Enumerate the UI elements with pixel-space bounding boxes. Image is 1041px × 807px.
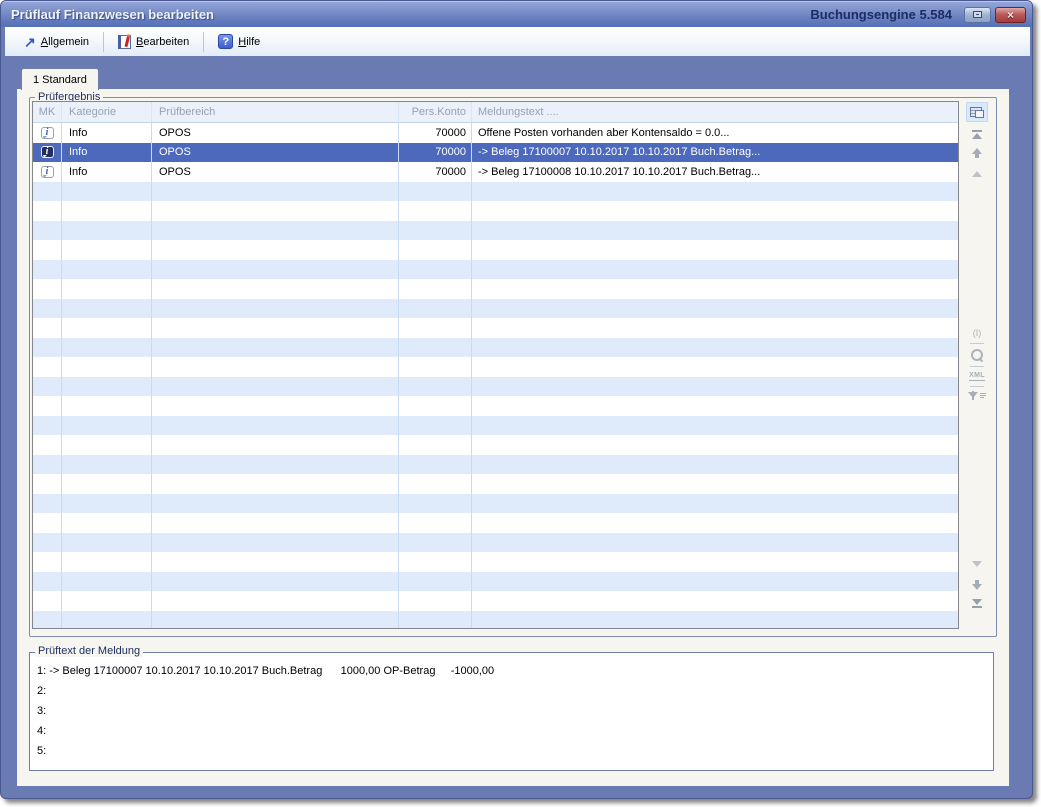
table-row-empty	[33, 611, 958, 630]
engine-version-label: Buchungsengine 5.584	[810, 7, 952, 22]
col-header-pruefbereich[interactable]: Prüfbereich	[152, 102, 399, 122]
scroll-up-icon[interactable]	[972, 171, 982, 177]
table-row-empty	[33, 572, 958, 592]
minimize-icon	[973, 11, 982, 18]
table-row-selected[interactable]: i Info OPOS 70000 -> Beleg 17100007 10.1…	[33, 143, 958, 163]
cell-pruefbereich: OPOS	[152, 162, 399, 182]
allgemein-label: Allgemein	[41, 36, 89, 48]
table-row-empty	[33, 357, 958, 377]
table-row-empty	[33, 299, 958, 319]
table-row-empty	[33, 260, 958, 280]
cell-meldungstext: -> Beleg 17100007 10.10.2017 10.10.2017 …	[472, 143, 958, 163]
close-icon: ×	[1007, 9, 1014, 21]
cell-kategorie: Info	[62, 162, 152, 182]
col-header-kategorie[interactable]: Kategorie	[62, 102, 152, 122]
table-row[interactable]: i Info OPOS 70000 -> Beleg 17100008 10.1…	[33, 162, 958, 182]
bearbeiten-button[interactable]: Bearbeiten	[109, 31, 198, 53]
notebook-pen-icon	[118, 35, 131, 49]
table-row-empty	[33, 377, 958, 397]
paren-i-icon[interactable]: (I)	[973, 329, 982, 338]
table-row-empty	[33, 435, 958, 455]
message-line: 4:	[37, 721, 977, 741]
columns-layout-icon[interactable]	[966, 102, 988, 122]
grid-nav-strip-top	[962, 102, 992, 177]
table-row-empty	[33, 201, 958, 221]
hilfe-label: Hilfe	[238, 36, 260, 48]
prueftext-group-label: Prüftext der Meldung	[35, 645, 143, 657]
close-button[interactable]: ×	[995, 7, 1026, 23]
table-row-empty	[33, 552, 958, 572]
table-row-empty	[33, 513, 958, 533]
info-bubble-icon: i	[41, 166, 54, 178]
filter-icon[interactable]	[968, 392, 986, 398]
result-table: MK Kategorie Prüfbereich Pers.Konto Meld…	[32, 101, 959, 629]
titlebar: Prüflauf Finanzwesen bearbeiten Buchungs…	[1, 1, 1032, 27]
table-row-empty	[33, 591, 958, 611]
hilfe-button[interactable]: ? Hilfe	[209, 30, 269, 53]
scroll-down-icon[interactable]	[972, 561, 982, 567]
table-row-empty	[33, 396, 958, 416]
message-line: 3:	[37, 701, 977, 721]
cell-meldungstext: -> Beleg 17100008 10.10.2017 10.10.2017 …	[472, 162, 958, 182]
table-row-empty	[33, 240, 958, 260]
cell-pruefbereich: OPOS	[152, 143, 399, 163]
cell-perskonto: 70000	[399, 123, 472, 143]
cell-perskonto: 70000	[399, 162, 472, 182]
grid-tool-strip: (I) XML	[962, 329, 992, 398]
table-row-empty	[33, 338, 958, 358]
arrow-up-right-icon: ↗	[24, 35, 36, 49]
table-header: MK Kategorie Prüfbereich Pers.Konto Meld…	[33, 102, 958, 123]
cell-kategorie: Info	[62, 123, 152, 143]
app-window: Prüflauf Finanzwesen bearbeiten Buchungs…	[0, 0, 1033, 799]
grid-nav-strip-bottom	[962, 561, 992, 609]
move-up-icon[interactable]	[972, 148, 982, 158]
table-row[interactable]: i Info OPOS 70000 Offene Posten vorhande…	[33, 123, 958, 143]
toolbar: ↗ Allgemein Bearbeiten ? Hilfe	[5, 27, 1030, 56]
xml-icon[interactable]: XML	[969, 372, 985, 381]
info-bubble-icon: i	[41, 127, 54, 139]
allgemein-button[interactable]: ↗ Allgemein	[15, 31, 98, 53]
bearbeiten-label: Bearbeiten	[136, 36, 189, 48]
message-line: 2:	[37, 681, 977, 701]
cell-kategorie: Info	[62, 143, 152, 163]
help-question-icon: ?	[218, 34, 233, 49]
go-last-icon[interactable]	[972, 599, 982, 609]
table-row-empty	[33, 221, 958, 241]
col-header-mk[interactable]: MK	[33, 102, 62, 122]
cell-pruefbereich: OPOS	[152, 123, 399, 143]
table-body: i Info OPOS 70000 Offene Posten vorhande…	[33, 123, 958, 629]
cell-perskonto: 70000	[399, 143, 472, 163]
toolbar-separator	[103, 32, 104, 52]
cell-meldungstext: Offene Posten vorhanden aber Kontensaldo…	[472, 123, 958, 143]
info-bubble-icon: i	[41, 146, 54, 158]
col-header-meldungstext[interactable]: Meldungstext ....	[472, 102, 958, 122]
window-title: Prüflauf Finanzwesen bearbeiten	[11, 7, 214, 22]
tab-standard-label: 1 Standard	[33, 74, 87, 86]
message-line: 5:	[37, 741, 977, 761]
table-row-empty	[33, 494, 958, 514]
go-first-icon[interactable]	[972, 129, 982, 139]
table-row-empty	[33, 318, 958, 338]
col-header-perskonto[interactable]: Pers.Konto	[399, 102, 472, 122]
move-down-icon[interactable]	[972, 580, 982, 590]
table-row-empty	[33, 455, 958, 475]
table-row-empty	[33, 533, 958, 553]
table-row-empty	[33, 279, 958, 299]
table-row-empty	[33, 474, 958, 494]
message-text-area: 1: -> Beleg 17100007 10.10.2017 10.10.20…	[37, 661, 977, 761]
tab-standard[interactable]: 1 Standard	[21, 68, 99, 90]
magnifier-icon[interactable]	[971, 349, 983, 361]
table-row-empty	[33, 416, 958, 436]
table-row-empty	[33, 182, 958, 202]
toolbar-separator	[203, 32, 204, 52]
minimize-button[interactable]	[964, 7, 991, 23]
message-line: 1: -> Beleg 17100007 10.10.2017 10.10.20…	[37, 661, 977, 681]
